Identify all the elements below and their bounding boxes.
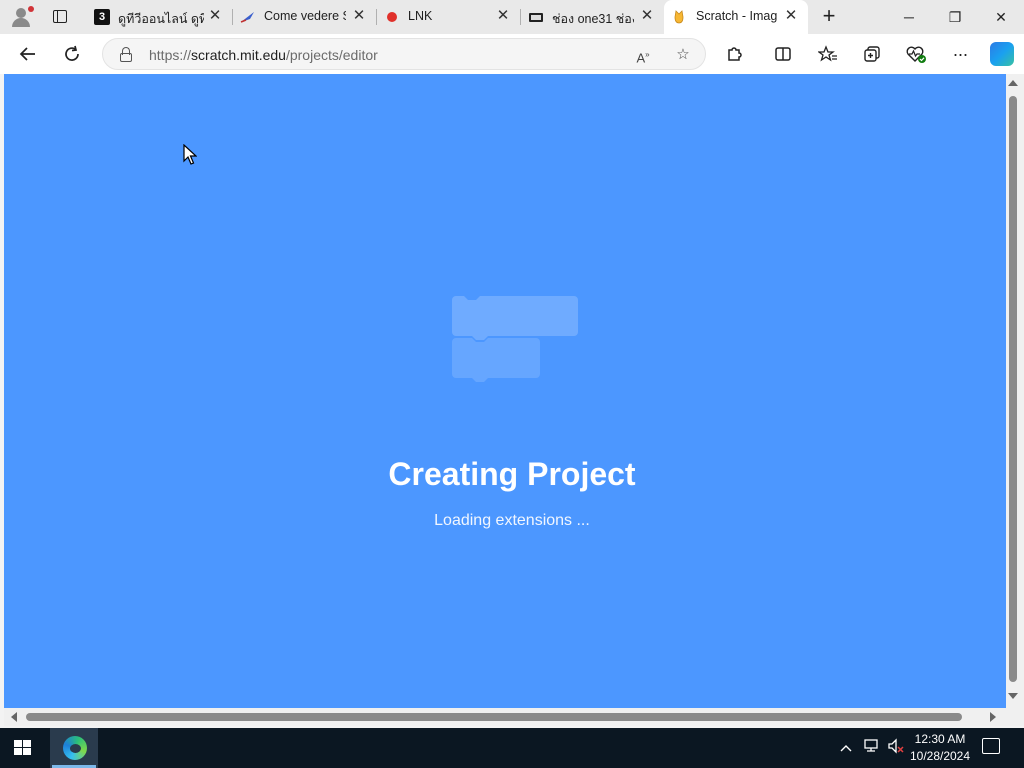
close-tab-icon[interactable]: ✕ — [494, 7, 512, 25]
clock-date: 10/28/2024 — [909, 749, 971, 763]
horizontal-scroll-thumb[interactable] — [26, 713, 962, 721]
scroll-down-arrow-icon[interactable] — [1008, 693, 1018, 699]
system-clock[interactable]: 12:30 AM 10/28/2024 — [904, 731, 976, 765]
tab-actions-icon[interactable] — [50, 7, 70, 27]
restore-icon[interactable]: ❐ — [932, 0, 978, 34]
more-menu-icon[interactable]: ··· — [948, 42, 972, 66]
url-host: scratch.mit.edu — [191, 47, 286, 63]
extensions-icon[interactable] — [722, 42, 746, 66]
scratch-loading-screen: Creating Project Loading extensions ... — [4, 74, 1006, 708]
vertical-scrollbar[interactable] — [1006, 74, 1024, 708]
browser-toolbar: https://scratch.mit.edu/projects/editor … — [0, 34, 1024, 74]
tab-title: ช่อง one31 ช่อง — [552, 12, 634, 26]
mouse-cursor-icon — [183, 143, 198, 166]
close-tab-icon[interactable]: ✕ — [638, 7, 656, 25]
close-tab-icon[interactable]: ✕ — [350, 7, 368, 25]
scroll-left-arrow-icon[interactable] — [11, 712, 17, 722]
collections-icon[interactable] — [860, 42, 884, 66]
address-bar[interactable]: https://scratch.mit.edu/projects/editor … — [102, 38, 706, 70]
scroll-right-arrow-icon[interactable] — [990, 712, 996, 722]
windows-start-icon[interactable] — [14, 740, 32, 756]
new-tab-icon[interactable]: + — [818, 5, 840, 28]
tab-strip: 3 ดูทีวีออนไลน์ ดูทีวี ✕ Come vedere S ✕… — [0, 0, 1024, 34]
refresh-icon[interactable] — [60, 42, 84, 66]
split-screen-icon[interactable] — [771, 42, 795, 66]
url-path: /projects/editor — [285, 47, 378, 63]
notifications-icon[interactable] — [982, 738, 1000, 754]
notification-dot — [28, 6, 34, 12]
copilot-icon[interactable] — [990, 42, 1014, 66]
tab-one31[interactable]: ช่อง one31 ช่อง ✕ — [520, 4, 664, 30]
tab-title: Scratch - Imagi — [696, 9, 778, 23]
edge-taskbar-button[interactable] — [50, 728, 98, 768]
windows-taskbar: 12:30 AM 10/28/2024 — [0, 728, 1024, 768]
tab-title: LNK — [408, 9, 433, 23]
tab-scratch[interactable]: Scratch - Imagi ✕ — [664, 0, 808, 34]
tab-come-vedere[interactable]: Come vedere S ✕ — [232, 4, 377, 30]
close-tab-icon[interactable]: ✕ — [782, 7, 800, 25]
tab-title: ดูทีวีออนไลน์ ดูทีวี — [118, 12, 204, 26]
minimize-icon[interactable]: ─ — [886, 0, 932, 34]
loading-heading: Creating Project — [388, 456, 636, 492]
lock-icon[interactable] — [119, 47, 133, 62]
tab-title: Come vedere S — [264, 9, 346, 23]
read-aloud-icon[interactable]: A» — [633, 45, 653, 65]
vertical-scroll-thumb[interactable] — [1009, 96, 1017, 682]
profile-icon[interactable] — [10, 6, 34, 28]
scroll-up-arrow-icon[interactable] — [1008, 80, 1018, 86]
favorites-icon[interactable] — [816, 42, 840, 66]
channel3-icon: 3 — [94, 9, 110, 25]
network-icon[interactable] — [862, 738, 882, 758]
red-dot-icon — [384, 9, 400, 25]
window-close-icon[interactable]: ✕ — [978, 0, 1024, 34]
close-tab-icon[interactable]: ✕ — [206, 7, 224, 25]
loading-status: Loading extensions ... — [434, 512, 590, 529]
tab-thai-tv[interactable]: 3 ดูทีวีออนไลน์ ดูทีวี ✕ — [86, 4, 233, 30]
edge-logo-icon — [63, 736, 87, 760]
clock-time: 12:30 AM — [914, 732, 966, 746]
scratch-cat-icon — [672, 9, 688, 25]
feather-icon — [240, 9, 256, 25]
scratch-blocks-icon — [452, 296, 578, 386]
browser-essentials-icon[interactable] — [904, 42, 928, 66]
scrollbar-corner — [1006, 708, 1024, 726]
horizontal-scrollbar[interactable] — [4, 708, 1006, 726]
tv-icon — [528, 9, 544, 25]
url-scheme: https:// — [149, 47, 192, 63]
show-hidden-icons-chevron-icon[interactable] — [838, 738, 854, 758]
back-arrow-icon[interactable] — [16, 42, 40, 66]
volume-muted-icon[interactable] — [886, 738, 906, 758]
tab-lnk[interactable]: LNK ✕ — [376, 4, 521, 30]
url-text[interactable]: https://scratch.mit.edu/projects/editor — [149, 47, 378, 63]
favorite-star-icon[interactable]: ☆ — [673, 45, 693, 65]
